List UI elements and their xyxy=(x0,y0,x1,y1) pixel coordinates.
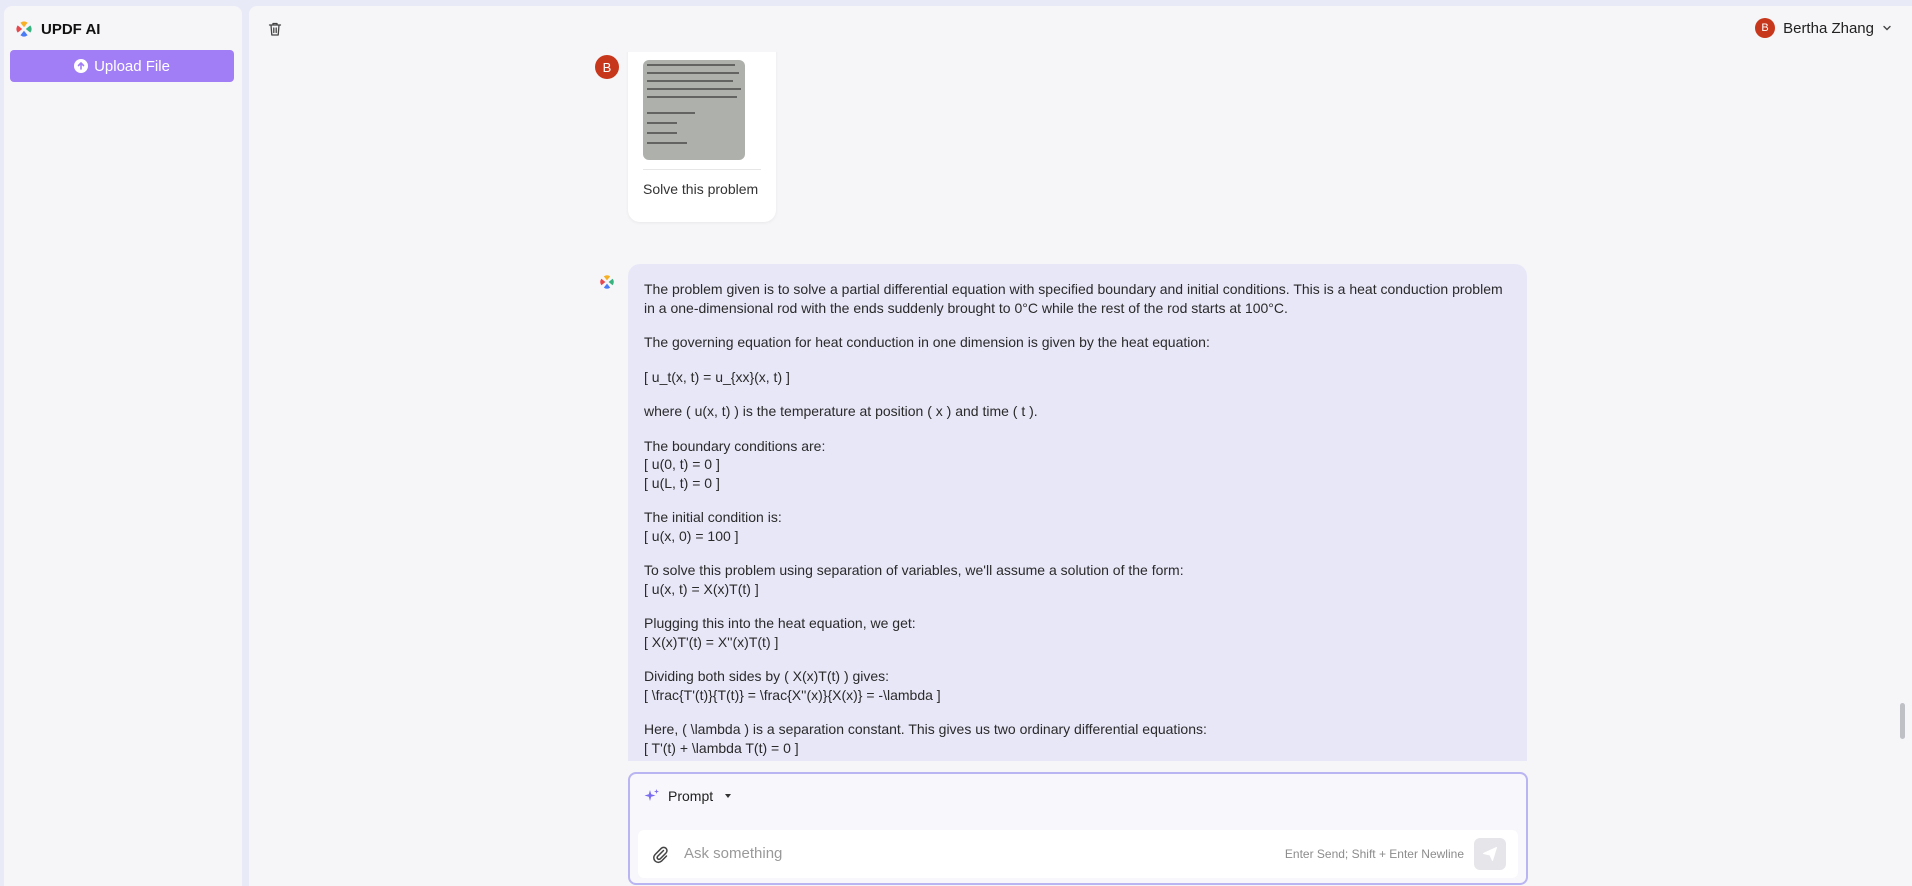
send-button[interactable] xyxy=(1474,838,1506,870)
ai-response-bubble: The problem given is to solve a partial … xyxy=(628,264,1527,761)
chat-composer: Prompt Enter Send; Shift + Enter Newline xyxy=(628,772,1528,885)
user-message-avatar: B xyxy=(595,55,619,79)
ai-paragraph: The boundary conditions are: [ u(0, t) =… xyxy=(644,437,826,491)
upload-icon xyxy=(74,59,89,73)
ai-paragraph: Here, ( \lambda ) is a separation consta… xyxy=(644,721,1207,756)
ai-paragraph: The governing equation for heat conducti… xyxy=(644,334,1210,350)
brand: UPDF AI xyxy=(15,20,100,38)
ai-paragraph: The initial condition is: [ u(x, 0) = 10… xyxy=(644,509,782,544)
ai-paragraph: The problem given is to solve a partial … xyxy=(644,281,1503,316)
user-menu[interactable]: B Bertha Zhang xyxy=(1755,18,1892,38)
input-row: Enter Send; Shift + Enter Newline xyxy=(638,830,1518,878)
ai-paragraph: [ u_t(x, t) = u_{xx}(x, t) ] xyxy=(644,368,790,385)
scrollbar-thumb[interactable] xyxy=(1900,703,1905,739)
user-name: Bertha Zhang xyxy=(1783,19,1874,37)
ai-paragraph: To solve this problem using separation o… xyxy=(644,562,1184,597)
prompt-label: Prompt xyxy=(668,788,714,804)
user-message-bubble: Solve this problem xyxy=(628,52,776,222)
send-icon xyxy=(1483,847,1497,861)
updf-logo-icon xyxy=(16,21,32,37)
chevron-down-icon xyxy=(1883,25,1891,31)
avatar: B xyxy=(1755,18,1776,38)
sparkle-icon xyxy=(644,789,659,801)
user-message-text: Solve this problem xyxy=(643,181,759,197)
divider xyxy=(643,169,761,170)
ai-paragraph: where ( u(x, t) ) is the temperature at … xyxy=(644,403,1038,419)
app-title: UPDF AI xyxy=(41,20,101,38)
ai-paragraph: Dividing both sides by ( X(x)T(t) ) give… xyxy=(644,668,941,703)
attached-image-thumbnail[interactable] xyxy=(643,60,745,160)
chat-area: B Solve this problem The problem given i… xyxy=(249,52,1912,761)
ask-input[interactable] xyxy=(684,840,1244,866)
upload-file-button[interactable]: Upload File xyxy=(10,50,234,82)
main-panel: B Bertha Zhang B Solve this problem The … xyxy=(249,6,1912,886)
send-hint: Enter Send; Shift + Enter Newline xyxy=(1284,847,1464,861)
trash-icon[interactable] xyxy=(267,21,283,37)
ai-paragraph: Plugging this into the heat equation, we… xyxy=(644,615,916,650)
prompt-dropdown[interactable]: Prompt xyxy=(644,788,732,804)
sidebar: UPDF AI Upload File xyxy=(4,6,242,886)
paperclip-icon[interactable] xyxy=(650,844,670,864)
ai-logo-icon xyxy=(600,275,614,289)
caret-down-icon xyxy=(725,794,732,798)
upload-file-label: Upload File xyxy=(94,57,170,75)
